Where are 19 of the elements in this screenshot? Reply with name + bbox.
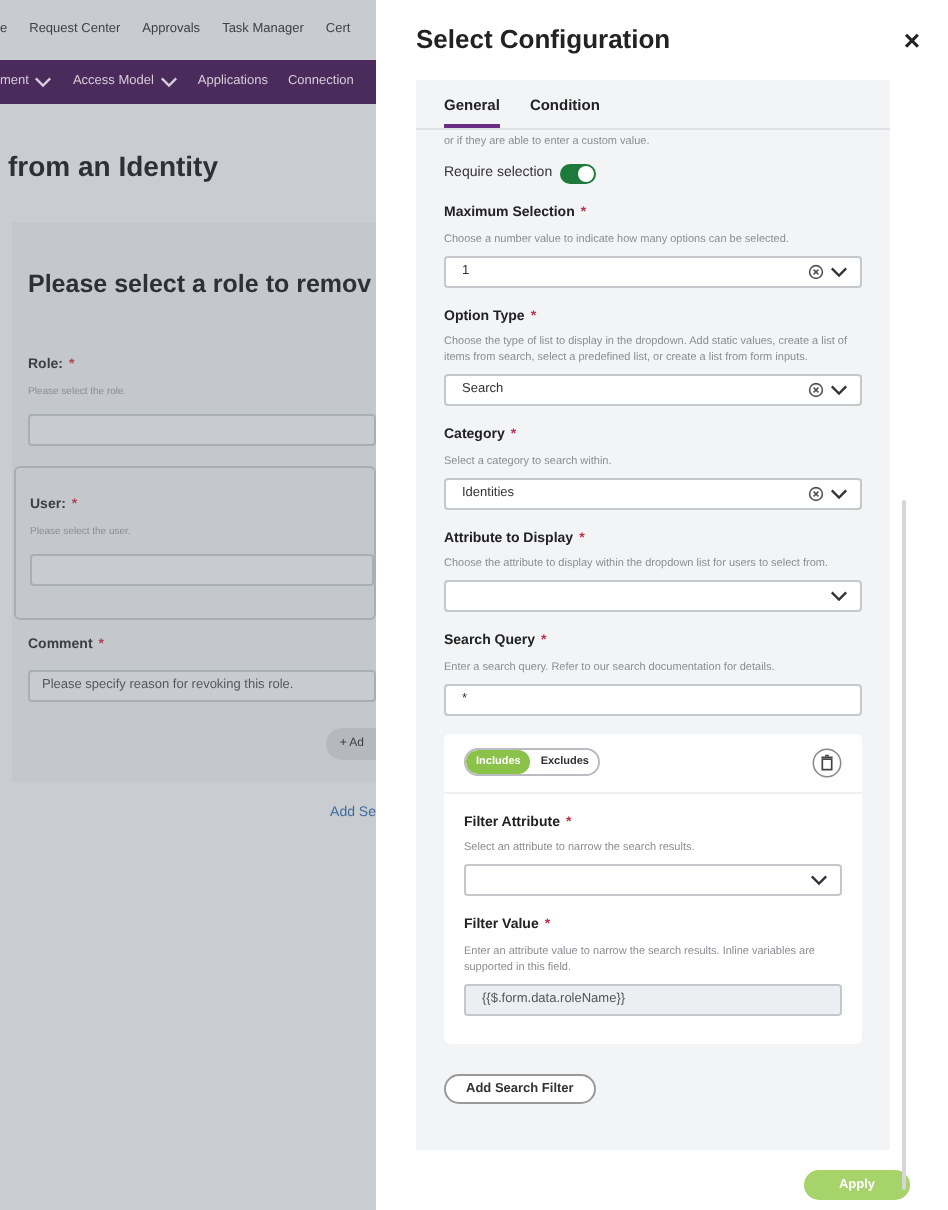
clear-icon[interactable]: [808, 382, 824, 398]
input-field[interactable]: [28, 414, 376, 447]
chevron-down-icon: [830, 265, 848, 277]
chevron-down-icon: [810, 874, 828, 886]
chevron-down-icon: [159, 76, 178, 88]
clear-icon[interactable]: [808, 485, 824, 501]
scrollbar[interactable]: [902, 500, 906, 1190]
toggle-switch[interactable]: [560, 163, 597, 184]
trash-icon[interactable]: [812, 747, 842, 777]
page-title: from an Identity: [8, 148, 221, 186]
clear-icon[interactable]: [808, 263, 824, 279]
chevron-down-icon: [830, 384, 848, 396]
close-button[interactable]: ×: [903, 26, 920, 54]
chevron-down-icon: [830, 590, 848, 602]
chevron-down-icon: [34, 76, 53, 88]
input-field[interactable]: [30, 554, 374, 587]
panel-title: Select Configuration: [416, 22, 671, 59]
chevron-down-icon: [830, 487, 848, 499]
form-title: Please select a role to remov: [28, 268, 374, 302]
